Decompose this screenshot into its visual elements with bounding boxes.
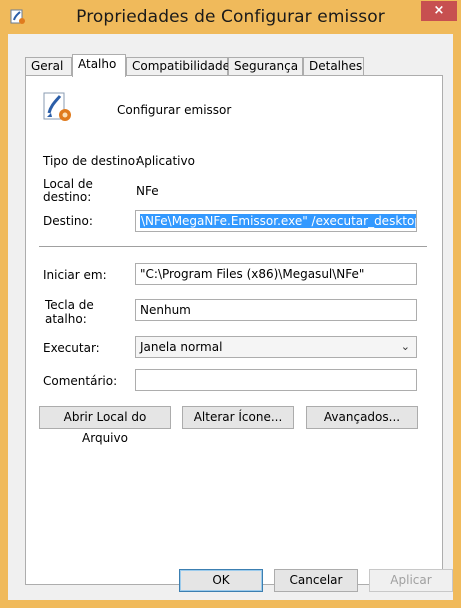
start-in-input[interactable]: "C:\Program Files (x86)\Megasul\NFe" (135, 263, 417, 285)
hotkey-input[interactable]: Nenhum (135, 299, 417, 321)
close-button[interactable]: × (421, 1, 457, 21)
target-type-label: Tipo de destino: (43, 154, 140, 168)
target-input[interactable]: \NFe\MegaNFe.Emissor.exe" /executar_desk… (135, 210, 417, 232)
comment-label: Comentário: (43, 374, 118, 388)
target-location-value: NFe (136, 184, 159, 198)
tab-compatibilidade[interactable]: Compatibilidade (126, 57, 230, 76)
open-file-location-button[interactable]: Abrir Local do Arquivo (39, 406, 171, 445)
run-select[interactable]: Janela normal ⌄ (135, 336, 417, 358)
target-type-value: Aplicativo (136, 154, 195, 168)
close-icon: × (433, 3, 445, 18)
comment-input[interactable] (135, 369, 417, 391)
window-title: Propriedades de Configurar emissor (76, 7, 385, 27)
apply-button[interactable]: Aplicar (369, 569, 453, 592)
shortcut-name: Configurar emissor (117, 103, 232, 117)
chevron-down-icon: ⌄ (400, 340, 410, 353)
separator (39, 246, 427, 247)
target-location-label-line2: destino: (43, 190, 92, 204)
ok-button[interactable]: OK (179, 569, 263, 592)
target-label: Destino: (43, 214, 93, 228)
hotkey-label-line1: Tecla de (45, 298, 94, 312)
tab-geral[interactable]: Geral (25, 57, 72, 76)
tab-panel-atalho: Configurar emissor Tipo de destino: Apli… (25, 75, 443, 585)
start-in-label: Iniciar em: (43, 268, 107, 282)
cancel-button[interactable]: Cancelar (274, 569, 358, 592)
target-input-value: \NFe\MegaNFe.Emissor.exe" /executar_desk… (140, 214, 416, 228)
tab-atalho[interactable]: Atalho (72, 54, 126, 77)
tab-seguranca[interactable]: Segurança (228, 57, 303, 76)
tab-detalhes[interactable]: Detalhes (303, 57, 364, 76)
target-location-label-line1: Local de (43, 177, 93, 191)
change-icon-button[interactable]: Alterar Ícone... (182, 406, 294, 429)
dialog-client-area: Geral Atalho Compatibilidade Segurança D… (8, 34, 453, 600)
tab-bar: Geral Atalho Compatibilidade Segurança D… (25, 54, 445, 77)
hotkey-label-line2: atalho: (45, 312, 87, 326)
run-label: Executar: (43, 341, 100, 355)
shortcut-large-icon (43, 92, 71, 121)
run-select-value: Janela normal (140, 340, 223, 354)
advanced-button[interactable]: Avançados... (306, 406, 418, 429)
title-bar[interactable]: Propriedades de Configurar emissor × (0, 0, 461, 34)
properties-window: Propriedades de Configurar emissor × Ger… (0, 0, 461, 608)
